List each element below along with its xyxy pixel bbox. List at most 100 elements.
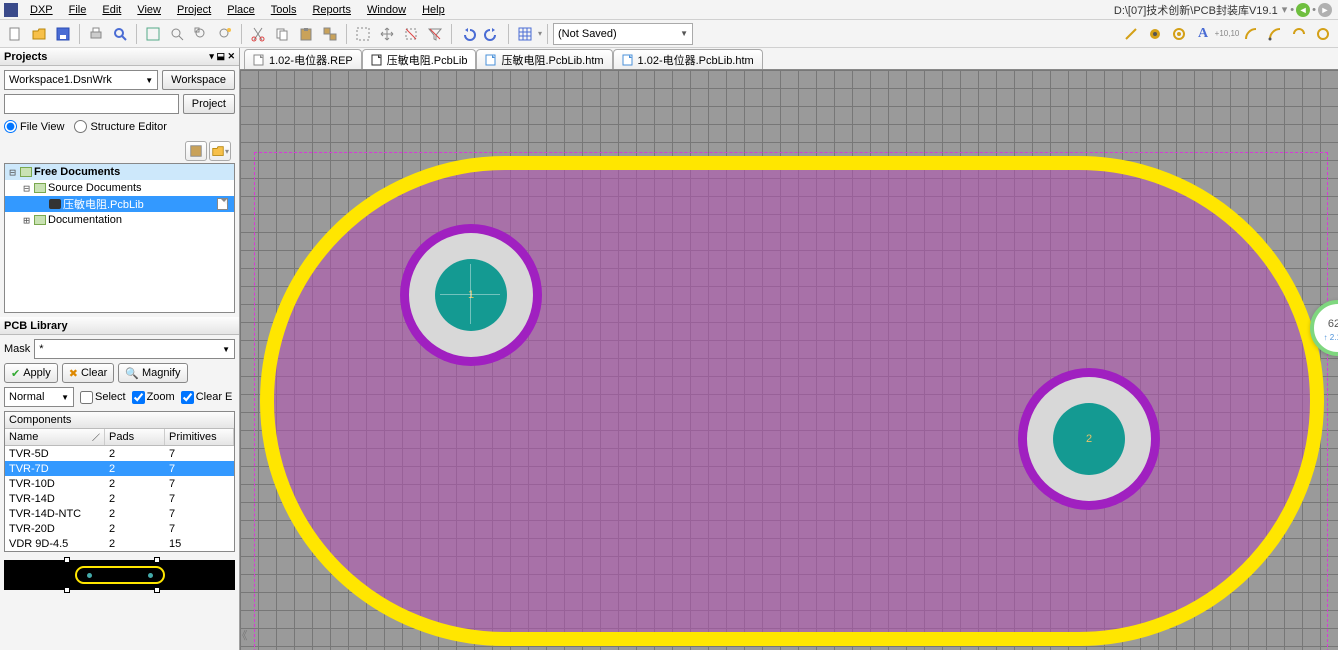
preview-icon[interactable] xyxy=(109,23,131,45)
duplicate-icon[interactable] xyxy=(319,23,341,45)
structure-editor-radio[interactable]: Structure Editor xyxy=(74,120,166,133)
place-pad-icon[interactable] xyxy=(1144,23,1166,45)
table-row[interactable]: TVR-5D27 xyxy=(5,446,234,461)
project-combo[interactable] xyxy=(4,94,179,114)
table-row[interactable]: TVR-10D27 xyxy=(5,476,234,491)
tree-active-doc[interactable]: 压敏电阻.PcbLib xyxy=(5,196,234,212)
pad-1-label: 1 xyxy=(468,289,474,301)
file-view-radio[interactable]: File View xyxy=(4,120,64,133)
col-primitives[interactable]: Primitives xyxy=(165,429,234,445)
table-row[interactable]: VDR 9D-4.5215 xyxy=(5,536,234,551)
pcblib-title-text: PCB Library xyxy=(4,320,68,332)
menu-edit[interactable]: Edit xyxy=(94,2,129,18)
col-pads[interactable]: Pads xyxy=(105,429,165,445)
tree-source-documents[interactable]: ⊟ Source Documents xyxy=(5,180,234,196)
components-columns[interactable]: Name／ Pads Primitives xyxy=(5,429,234,446)
magnify-button[interactable]: 🔍Magnify xyxy=(118,363,187,383)
app-icon xyxy=(4,3,18,17)
display-mode-combo[interactable]: Normal▼ xyxy=(4,387,74,407)
doc-icon xyxy=(371,54,383,66)
menu-reports[interactable]: Reports xyxy=(304,2,359,18)
print-icon[interactable] xyxy=(85,23,107,45)
doc-tab[interactable]: 压敏电阻.PcbLib xyxy=(362,49,477,69)
compile-icon[interactable] xyxy=(185,141,207,161)
tree-free-documents[interactable]: ⊟ Free Documents xyxy=(5,164,234,180)
zoom-filter-icon[interactable] xyxy=(214,23,236,45)
new-file-icon[interactable] xyxy=(4,23,26,45)
redo-icon[interactable] xyxy=(481,23,503,45)
projects-tree[interactable]: ⊟ Free Documents ⊟ Source Documents 压敏电阻… xyxy=(4,163,235,313)
projects-title-text: Projects xyxy=(4,51,47,63)
clear-button[interactable]: ✖Clear xyxy=(62,363,115,383)
open-file-icon[interactable] xyxy=(28,23,50,45)
saved-view-label: (Not Saved) xyxy=(558,28,617,40)
col-name[interactable]: Name／ xyxy=(5,429,105,445)
menu-view[interactable]: View xyxy=(129,2,169,18)
pcb-canvas[interactable]: 1 2 62% ↑ 2.1K/s 《 xyxy=(240,70,1338,650)
editor-area: 1.02-电位器.REP压敏电阻.PcbLib压敏电阻.PcbLib.htm1.… xyxy=(240,48,1338,650)
status-speed: ↑ 2.1K/s xyxy=(1324,333,1338,342)
projects-panel-title[interactable]: Projects ▾ ⬓ ✕ xyxy=(0,48,239,66)
folder-icon xyxy=(34,215,46,225)
zoom-fit-icon[interactable] xyxy=(142,23,164,45)
place-coord-icon[interactable]: +10,10 xyxy=(1216,23,1238,45)
grid-toggle-icon[interactable] xyxy=(514,23,536,45)
panel-collapse-icon[interactable]: 《 xyxy=(240,626,248,644)
move-icon[interactable] xyxy=(376,23,398,45)
place-arc-any-icon[interactable] xyxy=(1288,23,1310,45)
pad-1[interactable]: 1 xyxy=(400,224,542,366)
doc-tab[interactable]: 1.02-电位器.PcbLib.htm xyxy=(613,49,763,69)
menu-window[interactable]: Window xyxy=(359,2,414,18)
workspace-button[interactable]: Workspace xyxy=(162,70,235,90)
undo-icon[interactable] xyxy=(457,23,479,45)
table-row[interactable]: TVR-14D-NTC27 xyxy=(5,506,234,521)
paste-icon[interactable] xyxy=(295,23,317,45)
panel-menu-icon[interactable]: ▾ ⬓ ✕ xyxy=(209,51,235,62)
tree-documentation[interactable]: ⊞ Documentation xyxy=(5,212,234,228)
silkscreen-outline[interactable] xyxy=(260,156,1324,646)
pad-2[interactable]: 2 xyxy=(1018,368,1160,510)
place-line-icon[interactable] xyxy=(1120,23,1142,45)
left-sidebar: Projects ▾ ⬓ ✕ Workspace1.DsnWrk ▼ Works… xyxy=(0,48,240,650)
place-arc-edge-icon[interactable] xyxy=(1264,23,1286,45)
menu-dxp[interactable]: DXP xyxy=(22,2,61,18)
place-full-circle-icon[interactable] xyxy=(1312,23,1334,45)
pcblib-panel-title[interactable]: PCB Library xyxy=(0,317,239,335)
nav-fwd-icon[interactable]: ► xyxy=(1318,3,1332,17)
project-button[interactable]: Project xyxy=(183,94,235,114)
menu-tools[interactable]: Tools xyxy=(263,2,305,18)
clear-existing-checkbox[interactable]: Clear E xyxy=(181,391,233,404)
deselect-icon[interactable] xyxy=(400,23,422,45)
place-arc-center-icon[interactable] xyxy=(1240,23,1262,45)
select-rect-icon[interactable] xyxy=(352,23,374,45)
apply-button[interactable]: ✔Apply xyxy=(4,363,58,383)
project-options-icon[interactable]: ▾ xyxy=(209,141,231,161)
zoom-area-icon[interactable] xyxy=(166,23,188,45)
copy-icon[interactable] xyxy=(271,23,293,45)
menu-project[interactable]: Project xyxy=(169,2,219,18)
mask-combo[interactable]: *▼ xyxy=(34,339,235,359)
select-checkbox[interactable]: Select xyxy=(80,391,126,404)
doc-tab[interactable]: 1.02-电位器.REP xyxy=(244,49,362,69)
place-via-icon[interactable] xyxy=(1168,23,1190,45)
nav-back-icon[interactable]: ◄ xyxy=(1296,3,1310,17)
zoom-checkbox[interactable]: Zoom xyxy=(132,391,175,404)
footprint-preview xyxy=(4,560,235,590)
pad-2-label: 2 xyxy=(1086,433,1092,445)
doc-tab[interactable]: 压敏电阻.PcbLib.htm xyxy=(476,49,612,69)
cut-icon[interactable] xyxy=(247,23,269,45)
menu-help[interactable]: Help xyxy=(414,2,453,18)
menu-place[interactable]: Place xyxy=(219,2,263,18)
table-row[interactable]: TVR-7D27 xyxy=(5,461,234,476)
workspace-combo[interactable]: Workspace1.DsnWrk ▼ xyxy=(4,70,158,90)
zoom-selected-icon[interactable] xyxy=(190,23,212,45)
save-icon[interactable] xyxy=(52,23,74,45)
menu-file[interactable]: File xyxy=(61,2,95,18)
table-row[interactable]: TVR-20D27 xyxy=(5,521,234,536)
main-toolbar: ▾ (Not Saved) ▼ A +10,10 xyxy=(0,20,1338,48)
place-string-icon[interactable]: A xyxy=(1192,23,1214,45)
table-row[interactable]: TVR-14D27 xyxy=(5,491,234,506)
clear-filter-icon[interactable] xyxy=(424,23,446,45)
mask-value: * xyxy=(39,343,43,355)
saved-view-dropdown[interactable]: (Not Saved) ▼ xyxy=(553,23,693,45)
